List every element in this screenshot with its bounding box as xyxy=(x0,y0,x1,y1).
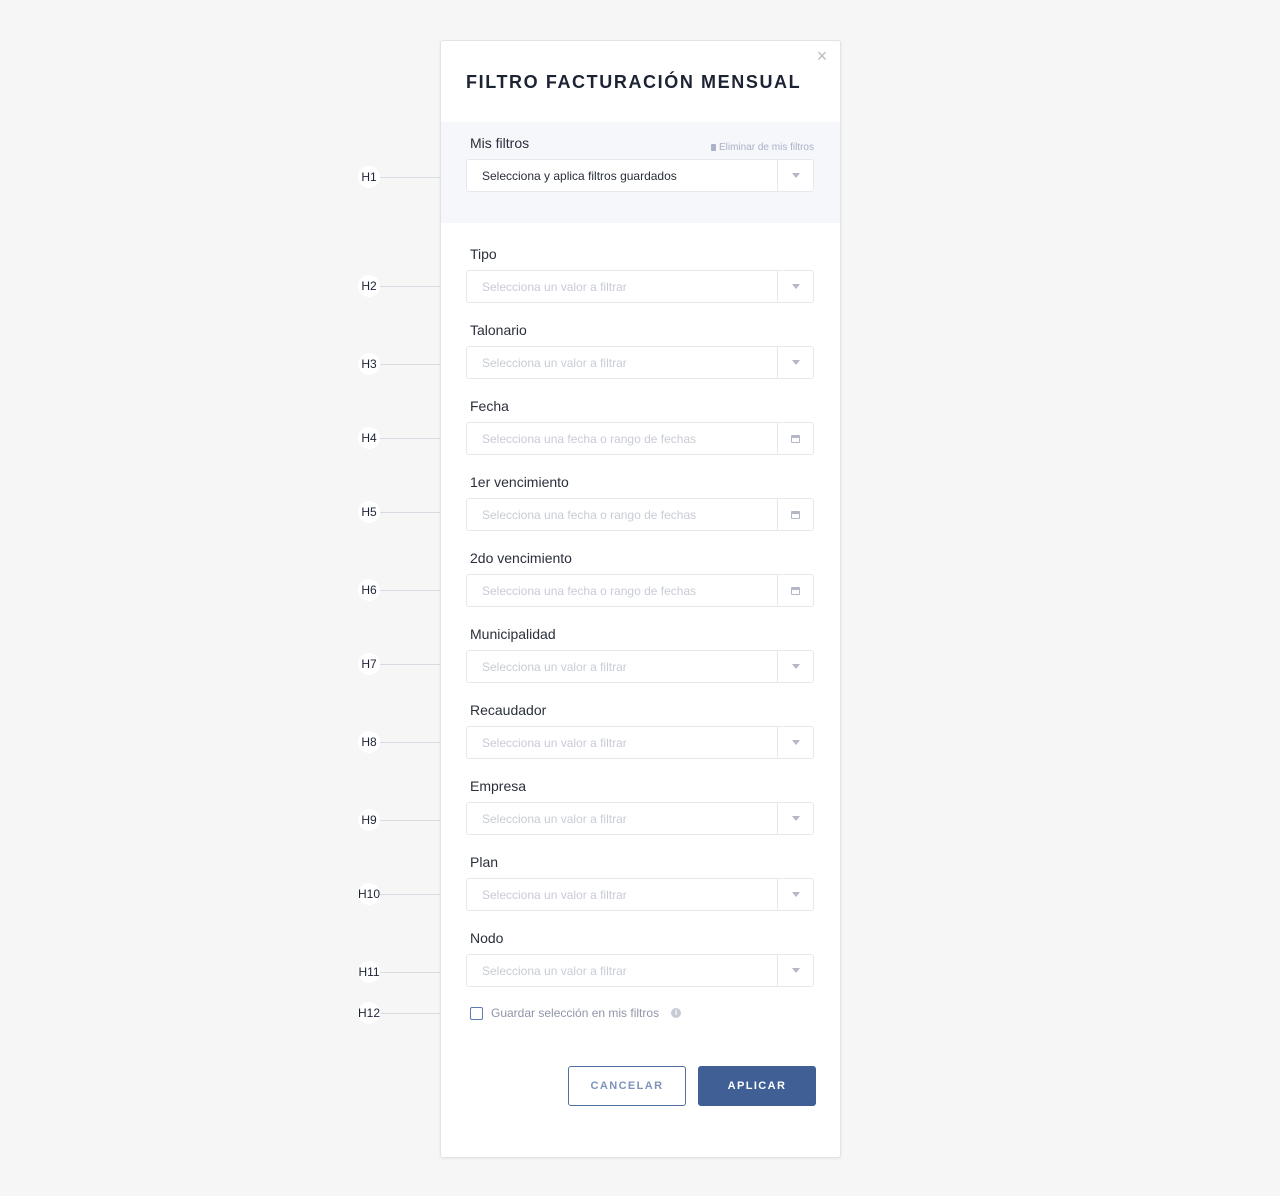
hint-marker-4: H4 xyxy=(358,427,380,449)
calendar-icon xyxy=(791,510,800,519)
empresa-dropdown-toggle[interactable] xyxy=(777,803,813,834)
nodo-placeholder: Selecciona un valor a filtrar xyxy=(482,964,627,978)
saved-filters-select-value: Selecciona y aplica filtros guardados xyxy=(482,169,677,183)
field-label-plan: Plan xyxy=(470,854,499,870)
info-icon[interactable]: i xyxy=(671,1008,682,1018)
save-selection-checkbox[interactable] xyxy=(470,1006,483,1020)
plan-dropdown-toggle[interactable] xyxy=(777,879,813,910)
chevron-down-icon xyxy=(791,360,800,365)
municipalidad-select[interactable]: Selecciona un valor a filtrar xyxy=(466,650,814,683)
fecha-placeholder: Selecciona una fecha o rango de fechas xyxy=(482,432,697,446)
field-label-empresa: Empresa xyxy=(470,778,527,794)
saved-filters-label: Mis filtros xyxy=(470,135,530,151)
nodo-dropdown-toggle[interactable] xyxy=(777,955,813,986)
modal-title: FILTRO FACTURACIÓN MENSUAL xyxy=(466,72,802,92)
hint-marker-7: H7 xyxy=(358,653,380,675)
chevron-down-icon xyxy=(791,284,800,289)
hint-marker-10: H10 xyxy=(358,883,380,905)
recaudador-select[interactable]: Selecciona un valor a filtrar xyxy=(466,726,814,759)
segundo-vencimiento-calendar-toggle[interactable] xyxy=(777,575,813,606)
talonario-placeholder: Selecciona un valor a filtrar xyxy=(482,356,627,370)
chevron-down-icon xyxy=(791,664,800,669)
field-label-segundo-vencimiento: 2do vencimiento xyxy=(470,550,572,566)
hint-marker-2: H2 xyxy=(358,275,380,297)
hint-marker-9: H9 xyxy=(358,809,380,831)
field-label-talonario: Talonario xyxy=(470,322,527,338)
recaudador-dropdown-toggle[interactable] xyxy=(777,727,813,758)
talonario-select[interactable]: Selecciona un valor a filtrar xyxy=(466,346,814,379)
trash-icon xyxy=(710,144,716,151)
chevron-down-icon xyxy=(791,816,800,821)
apply-button[interactable]: APLICAR xyxy=(698,1066,816,1106)
tipo-dropdown-toggle[interactable] xyxy=(777,271,813,302)
primer-vencimiento-calendar-toggle[interactable] xyxy=(777,499,813,530)
field-label-primer-vencimiento: 1er vencimiento xyxy=(470,474,569,490)
empresa-placeholder: Selecciona un valor a filtrar xyxy=(482,812,627,826)
tipo-select[interactable]: Selecciona un valor a filtrar xyxy=(466,270,814,303)
plan-placeholder: Selecciona un valor a filtrar xyxy=(482,888,627,902)
saved-filters-select[interactable]: Selecciona y aplica filtros guardados xyxy=(466,159,814,192)
field-label-nodo: Nodo xyxy=(470,930,504,946)
chevron-down-icon xyxy=(791,892,800,897)
primer-vencimiento-placeholder: Selecciona una fecha o rango de fechas xyxy=(482,508,697,522)
segundo-vencimiento-date-picker[interactable]: Selecciona una fecha o rango de fechas xyxy=(466,574,814,607)
field-label-recaudador: Recaudador xyxy=(470,702,547,718)
field-label-tipo: Tipo xyxy=(470,246,497,262)
save-selection-label[interactable]: Guardar selección en mis filtros xyxy=(491,1006,659,1020)
talonario-dropdown-toggle[interactable] xyxy=(777,347,813,378)
hint-marker-6: H6 xyxy=(358,579,380,601)
saved-filters-panel: Mis filtros Eliminar de mis filtros Sele… xyxy=(441,122,840,223)
filter-modal: × FILTRO FACTURACIÓN MENSUAL Mis filtros… xyxy=(440,40,841,1158)
nodo-select[interactable]: Selecciona un valor a filtrar xyxy=(466,954,814,987)
primer-vencimiento-date-picker[interactable]: Selecciona una fecha o rango de fechas xyxy=(466,498,814,531)
field-label-municipalidad: Municipalidad xyxy=(470,626,556,642)
hint-marker-3: H3 xyxy=(358,353,380,375)
fecha-calendar-toggle[interactable] xyxy=(777,423,813,454)
delete-saved-filter-label: Eliminar de mis filtros xyxy=(718,142,814,153)
hint-marker-5: H5 xyxy=(358,501,380,523)
recaudador-placeholder: Selecciona un valor a filtrar xyxy=(482,736,627,750)
hint-marker-12: H12 xyxy=(358,1002,380,1024)
tipo-placeholder: Selecciona un valor a filtrar xyxy=(482,280,627,294)
hint-marker-11: H11 xyxy=(358,961,380,983)
chevron-down-icon xyxy=(791,173,800,178)
hint-marker-1: H1 xyxy=(358,166,380,188)
fecha-date-picker[interactable]: Selecciona una fecha o rango de fechas xyxy=(466,422,814,455)
calendar-icon xyxy=(791,586,800,595)
close-icon[interactable]: × xyxy=(814,47,830,65)
empresa-select[interactable]: Selecciona un valor a filtrar xyxy=(466,802,814,835)
chevron-down-icon xyxy=(791,968,800,973)
chevron-down-icon xyxy=(791,740,800,745)
cancel-button[interactable]: CANCELAR xyxy=(568,1066,686,1106)
delete-saved-filter-link[interactable]: Eliminar de mis filtros xyxy=(710,142,814,153)
segundo-vencimiento-placeholder: Selecciona una fecha o rango de fechas xyxy=(482,584,697,598)
field-label-fecha: Fecha xyxy=(470,398,509,414)
municipalidad-placeholder: Selecciona un valor a filtrar xyxy=(482,660,627,674)
saved-filters-dropdown-toggle[interactable] xyxy=(777,160,813,191)
plan-select[interactable]: Selecciona un valor a filtrar xyxy=(466,878,814,911)
municipalidad-dropdown-toggle[interactable] xyxy=(777,651,813,682)
calendar-icon xyxy=(791,434,800,443)
hint-marker-8: H8 xyxy=(358,731,380,753)
save-selection-row: Guardar selección en mis filtros i xyxy=(470,1006,682,1020)
